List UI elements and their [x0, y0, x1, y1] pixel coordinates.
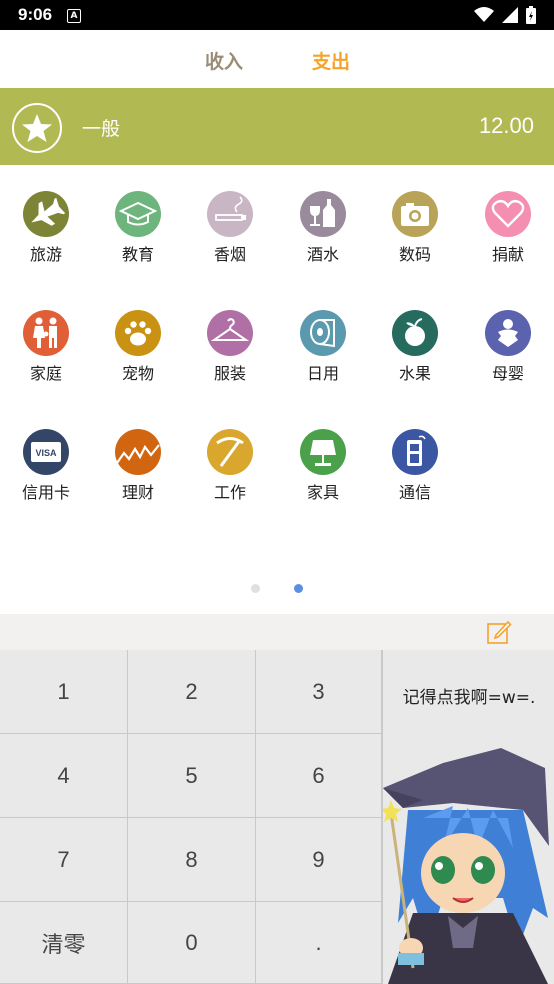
notification-a-icon: A: [67, 9, 81, 23]
page-indicator: [0, 584, 554, 594]
status-icons: [474, 6, 536, 24]
category-label: 数码: [398, 245, 431, 264]
hanger-icon: [207, 310, 253, 356]
category-label: 宠物: [121, 364, 154, 383]
category-12[interactable]: 母婴: [462, 310, 554, 384]
category-4[interactable]: 酒水: [277, 191, 369, 265]
heart-icon: [485, 191, 531, 237]
page-dot-2[interactable]: [294, 584, 303, 593]
clear-key[interactable]: 清零: [0, 902, 128, 984]
digit-key-0[interactable]: 0: [128, 902, 256, 984]
category-6[interactable]: 捐献: [462, 191, 554, 265]
signal-icon: [502, 7, 518, 23]
category-label: 家庭: [29, 364, 62, 383]
digit-key-4[interactable]: 4: [0, 734, 128, 818]
battery-icon: [526, 6, 536, 24]
reminder-text: 记得点我啊=w=.: [402, 688, 536, 708]
category-label: 服装: [213, 364, 246, 383]
category-3[interactable]: 香烟: [184, 191, 276, 265]
status-bar: 9:06 A: [0, 0, 554, 30]
star-icon: [12, 103, 62, 153]
category-11[interactable]: 水果: [369, 310, 461, 384]
tab-expense[interactable]: 支出: [312, 47, 350, 74]
digit-key-6[interactable]: 6: [256, 734, 382, 818]
category-16[interactable]: 家具: [277, 429, 369, 503]
category-label: 理财: [121, 483, 154, 502]
chart-icon: [115, 429, 161, 475]
cigarette-icon: [207, 191, 253, 237]
airplane-icon: [23, 191, 69, 237]
category-label: 工作: [213, 483, 246, 502]
category-grid: 旅游 教育 香烟 酒水 数码 捐献家庭 宠物 服装 日用 水果 母婴 VISA 信用卡 理财 工作 家具 通信: [0, 165, 554, 615]
category-label: 日用: [306, 364, 339, 383]
category-label: 教育: [121, 245, 154, 264]
pickaxe-icon: [207, 429, 253, 475]
status-time: 9:06: [18, 5, 53, 24]
apple-icon: [392, 310, 438, 356]
svg-text:VISA: VISA: [35, 448, 57, 458]
edit-note-icon[interactable]: [486, 619, 512, 645]
category-2[interactable]: 教育: [92, 191, 184, 265]
phone-icon: [392, 429, 438, 475]
digit-key-1[interactable]: 1: [0, 650, 128, 734]
category-label: 旅游: [29, 245, 62, 264]
category-5[interactable]: 数码: [369, 191, 461, 265]
category-13[interactable]: VISA 信用卡: [0, 429, 92, 503]
category-label: 捐献: [491, 245, 524, 264]
category-label: 信用卡: [21, 483, 70, 502]
wine-bottle-icon: [300, 191, 346, 237]
digit-key-5[interactable]: 5: [128, 734, 256, 818]
category-label: 家具: [306, 483, 339, 502]
page-dot-1[interactable]: [251, 584, 260, 593]
graduation-cap-icon: [115, 191, 161, 237]
lamp-icon: [300, 429, 346, 475]
note-bar: [0, 614, 554, 650]
toilet-paper-icon: [300, 310, 346, 356]
family-icon: [23, 310, 69, 356]
category-1[interactable]: 旅游: [0, 191, 92, 265]
type-tabs: 收入 支出: [0, 30, 554, 88]
camera-icon: [392, 191, 438, 237]
category-8[interactable]: 宠物: [92, 310, 184, 384]
selected-category-name: 一般: [82, 118, 121, 140]
baby-icon: [485, 310, 531, 356]
category-label: 母婴: [491, 364, 524, 383]
tab-income[interactable]: 收入: [205, 47, 243, 74]
anime-girl-illustration: [383, 748, 549, 984]
digit-key-7[interactable]: 7: [0, 818, 128, 902]
category-label: 通信: [398, 483, 431, 502]
reminder-panel[interactable]: 记得点我啊=w=.: [382, 650, 554, 984]
decimal-key[interactable]: .: [256, 902, 382, 984]
category-label: 水果: [398, 364, 431, 383]
category-9[interactable]: 服装: [184, 310, 276, 384]
selected-category-bar: 一般 12.00: [0, 88, 554, 165]
digit-key-2[interactable]: 2: [128, 650, 256, 734]
number-keypad: 记得点我啊=w=. 1 2 3 4 5 6 7 8 9 清零 0.: [0, 650, 554, 984]
digit-key-3[interactable]: 3: [256, 650, 382, 734]
category-label: 香烟: [213, 245, 246, 264]
digit-key-9[interactable]: 9: [256, 818, 382, 902]
paw-icon: [115, 310, 161, 356]
category-label: 酒水: [306, 245, 339, 264]
category-14[interactable]: 理财: [92, 429, 184, 503]
category-10[interactable]: 日用: [277, 310, 369, 384]
category-15[interactable]: 工作: [184, 429, 276, 503]
visa-card-icon: VISA: [23, 429, 69, 475]
digit-key-8[interactable]: 8: [128, 818, 256, 902]
category-17[interactable]: 通信: [369, 429, 461, 503]
amount-display: 12.00: [478, 113, 534, 138]
wifi-icon: [474, 7, 494, 22]
category-7[interactable]: 家庭: [0, 310, 92, 384]
